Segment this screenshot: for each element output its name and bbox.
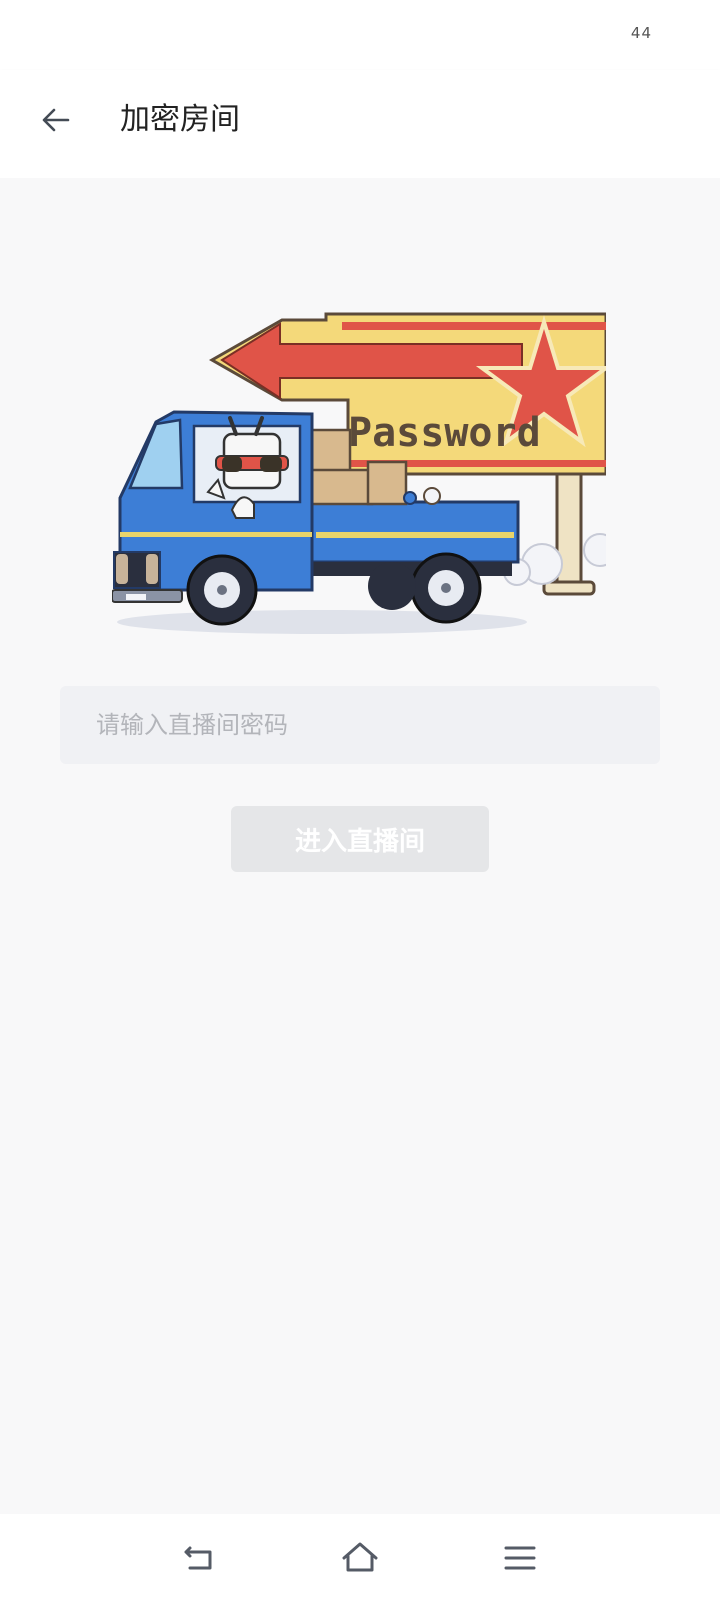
sign-text: Password bbox=[348, 410, 541, 456]
nav-home-icon bbox=[342, 1542, 378, 1572]
nav-back-button[interactable] bbox=[176, 1534, 224, 1582]
page-title: 加密房间 bbox=[120, 102, 240, 137]
back-button[interactable] bbox=[30, 94, 82, 146]
nav-home-button[interactable] bbox=[336, 1534, 384, 1582]
password-truck-illustration: Password bbox=[112, 312, 606, 634]
password-input[interactable] bbox=[60, 686, 660, 764]
status-bar: 44 bbox=[0, 0, 720, 70]
nav-menu-icon bbox=[504, 1546, 536, 1570]
system-nav-bar bbox=[0, 1514, 720, 1600]
status-time: 44 bbox=[630, 24, 652, 42]
arrow-left-icon bbox=[42, 108, 70, 132]
enter-room-button[interactable]: 进入直播间 bbox=[231, 806, 489, 872]
app-bar: 加密房间 bbox=[0, 70, 720, 179]
main-content: Password 进入直播间 bbox=[0, 178, 720, 1514]
nav-menu-button[interactable] bbox=[496, 1534, 544, 1582]
nav-back-icon bbox=[184, 1546, 212, 1570]
